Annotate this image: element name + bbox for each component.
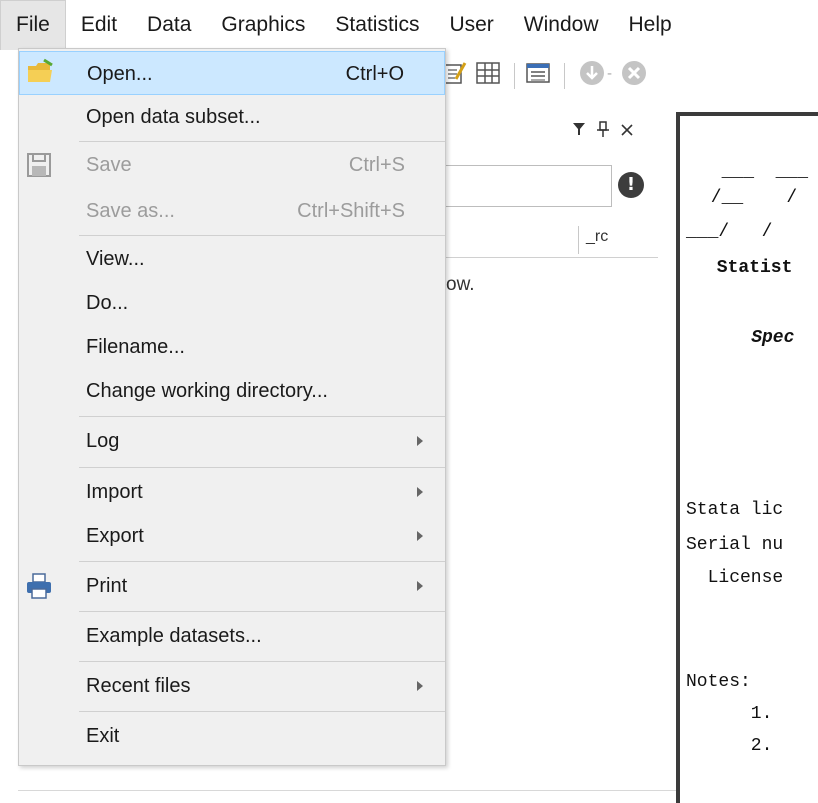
menu-file[interactable]: File [0, 0, 66, 50]
break-icon[interactable] [620, 59, 650, 89]
menu-item-change-working-directory[interactable]: Change working directory... [19, 369, 445, 413]
menu-edit[interactable]: Edit [66, 0, 132, 50]
menu-item-example-datasets[interactable]: Example datasets... [19, 614, 445, 658]
menu-separator [79, 416, 445, 417]
menu-item-label: Change working directory... [86, 380, 328, 402]
menu-item-label: Print [86, 575, 128, 597]
filter-icon[interactable] [572, 120, 586, 138]
warning-icon: ! [618, 172, 644, 198]
menu-item-label: Save [86, 154, 132, 176]
menu-separator [79, 661, 445, 662]
menu-separator [79, 611, 445, 612]
results-line: Serial nu [686, 535, 784, 555]
menu-window[interactable]: Window [509, 0, 614, 50]
floppy-disk-icon [27, 153, 51, 177]
panel-controls [572, 120, 634, 138]
menu-item-open-data-subset[interactable]: Open data subset... [19, 95, 445, 139]
close-icon[interactable] [620, 120, 634, 138]
menu-item-label: Open data subset... [86, 106, 261, 128]
menu-item-recent-files[interactable]: Recent files [19, 664, 445, 708]
results-line: Spec [708, 328, 795, 348]
submenu-arrow-icon [417, 681, 423, 691]
printer-icon [27, 573, 51, 599]
pin-icon[interactable] [596, 120, 610, 138]
menu-user[interactable]: User [434, 0, 508, 50]
menu-item-label: Export [86, 525, 144, 547]
toolbar-separator [514, 63, 515, 89]
menu-item-shortcut: Ctrl+Shift+S [297, 200, 405, 222]
left-margin [0, 50, 18, 790]
menu-separator [79, 235, 445, 236]
menu-item-label: Example datasets... [86, 625, 262, 647]
divider [18, 790, 676, 791]
menu-item-label: Save as... [86, 200, 175, 222]
submenu-arrow-icon [417, 436, 423, 446]
menu-item-label: Import [86, 481, 143, 503]
toolbar-separator [564, 63, 565, 89]
results-line: ___/ / [686, 222, 773, 242]
file-menu: Open... Ctrl+O Open data subset... Save … [18, 48, 446, 766]
submenu-arrow-icon [417, 581, 423, 591]
menu-item-label: Filename... [86, 336, 185, 358]
panel-hint-text: ow. [446, 274, 475, 295]
results-line: Stata lic [686, 500, 784, 520]
menu-item-exit[interactable]: Exit [19, 714, 445, 758]
svg-text:-: - [607, 66, 612, 82]
variables-panel [440, 110, 665, 790]
results-line: 1. [686, 704, 773, 724]
menu-item-log[interactable]: Log [19, 419, 445, 463]
column-rc: _rc [586, 228, 609, 245]
menu-item-shortcut: Ctrl+O [345, 63, 404, 85]
results-line: ___ ___ [700, 162, 809, 182]
menu-item-save-as[interactable]: Save as... Ctrl+Shift+S [19, 189, 445, 233]
menu-item-filename[interactable]: Filename... [19, 325, 445, 369]
menu-item-label: View... [86, 248, 145, 270]
menu-separator [79, 467, 445, 468]
submenu-arrow-icon [417, 531, 423, 541]
menu-data[interactable]: Data [132, 0, 206, 50]
menu-item-label: Log [86, 430, 120, 452]
menu-item-label: Do... [86, 292, 129, 314]
variables-column-header [446, 225, 658, 258]
menu-item-print[interactable]: Print [19, 564, 445, 608]
menu-item-import[interactable]: Import [19, 470, 445, 514]
results-line: /__ / [700, 188, 798, 208]
menu-item-do[interactable]: Do... [19, 281, 445, 325]
results-window[interactable]: ___ ___ /__ / ___/ / Statist Spec Stata … [676, 112, 818, 803]
menu-separator [79, 711, 445, 712]
menu-help[interactable]: Help [614, 0, 687, 50]
menu-separator [79, 561, 445, 562]
toolbar: - [440, 55, 818, 95]
submenu-arrow-icon [417, 487, 423, 497]
more-icon[interactable]: - [578, 59, 612, 89]
menu-graphics[interactable]: Graphics [206, 0, 320, 50]
menu-item-label: Recent files [86, 675, 191, 697]
results-line: 2. [686, 736, 773, 756]
menu-statistics[interactable]: Statistics [320, 0, 434, 50]
results-line: License [686, 568, 784, 588]
menu-item-view[interactable]: View... [19, 237, 445, 281]
data-editor-icon[interactable] [474, 59, 504, 87]
results-line: Statist [706, 258, 793, 278]
results-line: Notes: [686, 672, 751, 692]
column-separator[interactable] [578, 226, 579, 254]
menu-item-save[interactable]: Save Ctrl+S [19, 143, 445, 187]
folder-open-icon [28, 58, 53, 82]
menu-item-label: Open... [87, 63, 153, 85]
menu-item-label: Exit [86, 725, 120, 747]
menu-bar: File Edit Data Graphics Statistics User … [0, 0, 818, 50]
filter-input[interactable] [446, 165, 612, 207]
menu-item-open[interactable]: Open... Ctrl+O [19, 51, 445, 95]
menu-separator [79, 141, 445, 142]
variables-manager-icon[interactable] [524, 59, 554, 87]
menu-item-export[interactable]: Export [19, 514, 445, 558]
menu-item-shortcut: Ctrl+S [348, 154, 405, 176]
